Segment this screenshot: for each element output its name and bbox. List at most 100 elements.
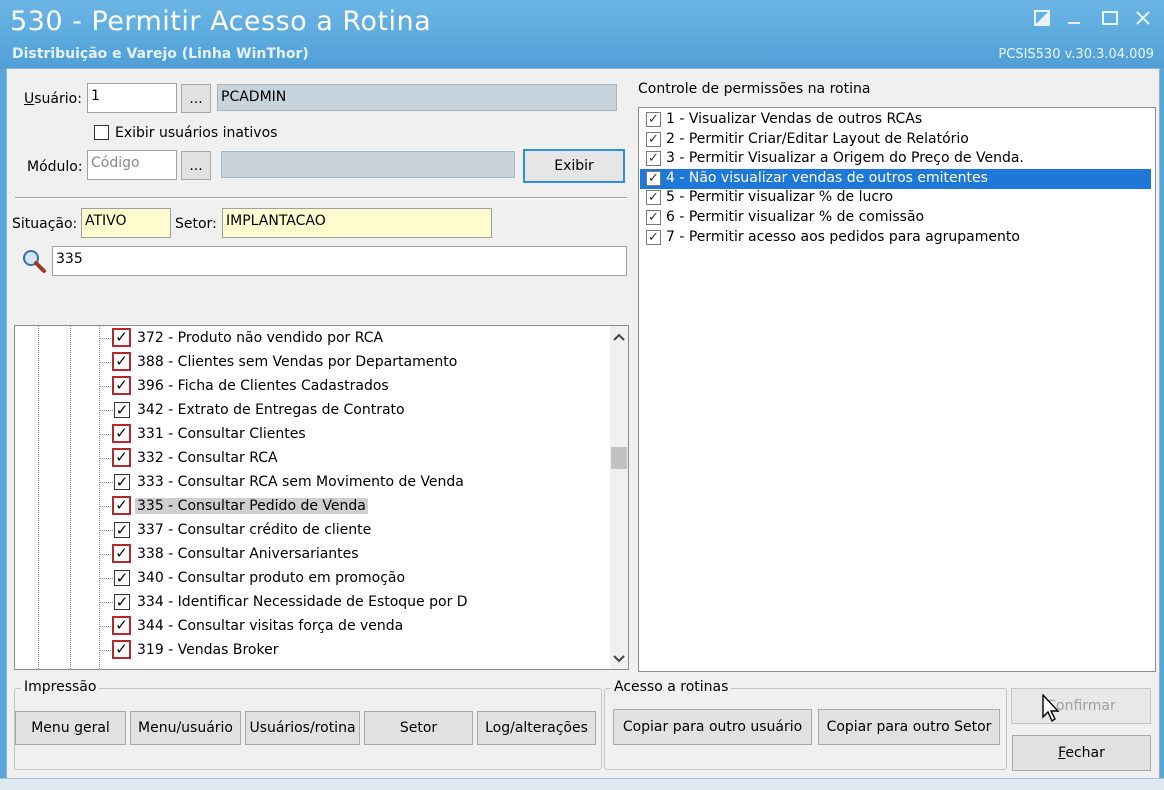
scroll-thumb[interactable] [611, 447, 627, 469]
usuario-name-field: PCADMIN [217, 84, 617, 111]
permission-label: 4 - Não visualizar vendas de outros emit… [666, 169, 988, 186]
tree-item-checkbox[interactable]: ✓ [112, 448, 131, 467]
permission-checkbox[interactable]: ✓ [646, 210, 661, 225]
modulo-label: Módulo: [27, 159, 83, 175]
tree-item[interactable]: ✓ 396 - Ficha de Clientes Cadastrados [15, 375, 605, 399]
tree-item-label: 396 - Ficha de Clientes Cadastrados [137, 378, 389, 394]
exibir-button[interactable]: Exibir [523, 149, 625, 183]
tree-item-checkbox[interactable]: ✓ [112, 496, 131, 515]
window-bottom-strip [0, 778, 1164, 790]
tree-connector [99, 410, 113, 411]
tree-item-checkbox[interactable]: ✓ [112, 328, 131, 347]
permission-item[interactable]: ✓ 6 - Permitir visualizar % de comissão [640, 208, 1151, 228]
tree-item[interactable]: ✓ 335 - Consultar Pedido de Venda [15, 495, 605, 519]
tree-item-checkbox[interactable]: ✓ [112, 544, 131, 563]
tree-item[interactable]: ✓ 333 - Consultar RCA sem Movimento de Ve… [15, 471, 605, 495]
permission-checkbox[interactable]: ✓ [646, 170, 661, 186]
tree-item-checkbox[interactable]: ✓ [114, 522, 130, 538]
tree-connector [99, 626, 113, 627]
search-icon[interactable] [21, 248, 47, 274]
tree-item-label: 337 - Consultar crédito de cliente [137, 522, 372, 538]
modulo-lookup-button[interactable]: ... [181, 151, 211, 180]
close-icon[interactable] [1129, 8, 1157, 30]
routine-tree[interactable]: ✓ 372 - Produto não vendido por RCA ✓ 388 -… [14, 325, 629, 670]
search-input[interactable]: 335 [52, 246, 627, 276]
tree-item[interactable]: ✓ 388 - Clientes sem Vendas por Departame… [15, 351, 605, 375]
tree-connector [99, 386, 113, 387]
tree-item-checkbox[interactable]: ✓ [112, 640, 131, 659]
minimize-icon[interactable] [1060, 8, 1088, 30]
permission-item[interactable]: ✓ 7 - Permitir acesso aos pedidos para ag… [640, 228, 1151, 248]
tree-item-label: 344 - Consultar visitas força de venda [137, 618, 404, 634]
permission-item[interactable]: ✓ 2 - Permitir Criar/Editar Layout de Rel… [640, 130, 1151, 150]
tree-connector [99, 650, 113, 651]
tree-item-checkbox[interactable]: ✓ [112, 376, 131, 395]
fechar-button[interactable]: Fechar [1012, 735, 1151, 771]
maximize-icon[interactable] [1096, 8, 1124, 30]
tree-item[interactable]: ✓ 342 - Extrato de Entregas de Contrato [15, 399, 605, 423]
tree-scrollbar[interactable] [610, 326, 628, 669]
permission-item[interactable]: ✓ 5 - Permitir visualizar % de lucro [640, 188, 1151, 208]
permission-item[interactable]: ✓ 4 - Não visualizar vendas de outros emi… [640, 168, 1151, 189]
permission-item[interactable]: ✓ 1 - Visualizar Vendas de outros RCAs [640, 110, 1151, 130]
permission-checkbox[interactable]: ✓ [646, 112, 661, 127]
modulo-name-field [221, 151, 515, 178]
tree-item-checkbox[interactable]: ✓ [114, 594, 130, 610]
permission-label: 1 - Visualizar Vendas de outros RCAs [666, 111, 923, 127]
tree-item[interactable]: ✓ 338 - Consultar Aniversariantes [15, 543, 605, 567]
copy-to-setor-button[interactable]: Copiar para outro Setor [818, 709, 1000, 745]
tree-item-label: 331 - Consultar Clientes [137, 426, 306, 442]
tree-item-checkbox[interactable]: ✓ [114, 402, 130, 418]
permission-label: 5 - Permitir visualizar % de lucro [666, 189, 894, 206]
tree-item[interactable]: ✓ 319 - Vendas Broker [15, 639, 605, 663]
permission-label: 3 - Permitir Visualizar a Origem do Preç… [666, 150, 1024, 167]
setor-button[interactable]: Setor [364, 711, 473, 745]
divider [15, 197, 627, 199]
permissions-list[interactable]: ✓ 1 - Visualizar Vendas de outros RCAs ✓ 2 … [638, 107, 1156, 672]
tree-connector [99, 434, 113, 435]
tree-connector [99, 362, 113, 363]
tree-item-label: 372 - Produto não vendido por RCA [137, 330, 384, 346]
permission-item[interactable]: ✓ 3 - Permitir Visualizar a Origem do Pre… [640, 149, 1151, 169]
tree-item[interactable]: ✓ 372 - Produto não vendido por RCA [15, 327, 605, 351]
scroll-down-icon[interactable] [613, 652, 625, 668]
confirmar-button[interactable]: Confirmar [1011, 688, 1151, 724]
modulo-code-input[interactable]: Código [87, 150, 177, 180]
usuarios-rotina-button[interactable]: Usuários/rotina [245, 711, 360, 745]
permission-label: 2 - Permitir Criar/Editar Layout de Rela… [666, 130, 969, 147]
tree-item[interactable]: ✓ 337 - Consultar crédito de cliente [15, 519, 605, 543]
usuario-code-input[interactable]: 1 [87, 83, 177, 113]
tree-item[interactable]: ✓ 344 - Consultar visitas força de venda [15, 615, 605, 639]
tree-item-label: 338 - Consultar Aniversariantes [137, 546, 359, 562]
tree-item[interactable]: ✓ 334 - Identificar Necessidade de Estoqu… [15, 591, 605, 615]
tree-connector [99, 338, 113, 339]
tree-item[interactable]: ✓ 340 - Consultar produto em promoção [15, 567, 605, 591]
situacao-label: Situação: [12, 216, 78, 232]
tree-item-checkbox[interactable]: ✓ [112, 424, 131, 443]
tree-item-checkbox[interactable]: ✓ [114, 474, 130, 490]
tree-item-label: 319 - Vendas Broker [137, 642, 279, 658]
menu-geral-button[interactable]: Menu geral [15, 711, 126, 745]
scroll-up-icon[interactable] [613, 330, 625, 346]
menu-usuario-button[interactable]: Menu/usuário [130, 711, 241, 745]
inactive-users-checkbox[interactable] [94, 125, 109, 140]
log-alteracoes-button[interactable]: Log/alterações [477, 711, 596, 745]
permission-checkbox[interactable]: ✓ [646, 190, 661, 206]
permission-checkbox[interactable]: ✓ [646, 229, 661, 245]
copy-to-user-button[interactable]: Copiar para outro usuário [613, 709, 812, 745]
permission-checkbox[interactable]: ✓ [646, 131, 661, 147]
tree-item-checkbox[interactable]: ✓ [114, 570, 130, 586]
tree-item-checkbox[interactable]: ✓ [112, 616, 131, 635]
window-title: 530 - Permitir Acesso a Rotina [10, 6, 432, 37]
mouse-cursor-icon [1041, 693, 1061, 728]
permission-checkbox[interactable]: ✓ [646, 151, 661, 167]
client-area: Usuário: 1 ... PCADMIN Exibir usuários i… [6, 68, 1160, 779]
usuario-lookup-button[interactable]: ... [181, 84, 211, 113]
tree-item[interactable]: ✓ 332 - Consultar RCA [15, 447, 605, 471]
permission-label: 6 - Permitir visualizar % de comissão [666, 209, 925, 225]
tree-item-checkbox[interactable]: ✓ [112, 352, 131, 371]
inactive-users-label: Exibir usuários inativos [115, 125, 278, 141]
restore-icon[interactable] [1028, 8, 1056, 30]
tree-item[interactable]: ✓ 331 - Consultar Clientes [15, 423, 605, 447]
impressao-title: Impressão [21, 679, 100, 695]
